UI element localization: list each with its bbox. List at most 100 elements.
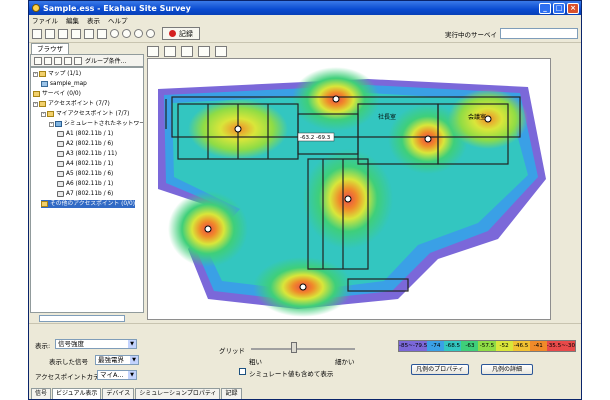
folder-icon (39, 101, 46, 107)
tree-item[interactable]: - マイアクセスポイント (7/7) (41, 110, 129, 118)
tree-item[interactable]: A1 (802.11b / 1) (57, 130, 113, 138)
tree-item-label: A2 (802.11b / 6) (66, 141, 114, 147)
tree-item[interactable]: サーベイ (0/0) (33, 90, 81, 98)
menu-file[interactable]: ファイル (32, 15, 58, 25)
signal-select-value: 最強電界 (98, 356, 124, 364)
legend-entry: -57.5 (478, 341, 496, 351)
record-label: 記録 (179, 29, 193, 38)
chevron-down-icon: ▼ (128, 371, 136, 379)
tree-item[interactable]: - シミュレートされたネットワー... (49, 120, 143, 128)
tree-item-label: マップ (1/1) (48, 71, 82, 77)
tree-item[interactable]: A6 (802.11b / 1) (57, 180, 113, 188)
print-icon[interactable] (97, 28, 107, 39)
signal-legend: -85~-79.5 -74 -68.5 -63 -57.5 -52 -46.5 -41 -35.… (398, 340, 576, 352)
zoom-in-icon[interactable] (122, 29, 131, 38)
bottom-tab[interactable]: ビジュアル表示 (52, 388, 102, 399)
legend-details-button[interactable]: 凡例の詳細 (481, 364, 533, 375)
tree-item[interactable]: A5 (802.11b / 6) (57, 170, 113, 178)
filter-icon[interactable] (74, 56, 82, 65)
legend-properties-button[interactable]: 凡例のプロパティ (411, 364, 469, 375)
tree-item-label: サーベイ (0/0) (42, 91, 81, 97)
access-point-marker[interactable] (344, 195, 352, 203)
maximize-button[interactable]: □ (553, 2, 565, 14)
close-button[interactable]: × (567, 2, 579, 14)
tree-item[interactable]: A7 (802.11b / 6) (57, 190, 113, 198)
include-simulated-checkbox[interactable] (239, 368, 246, 375)
tree-item-label: A4 (802.11b / 1) (66, 161, 114, 167)
remove-icon[interactable] (44, 56, 52, 65)
new-document-icon[interactable] (45, 28, 55, 39)
access-point-marker[interactable] (424, 135, 432, 143)
record-button[interactable]: 記録 (162, 27, 200, 40)
signal-label: 表示した信号 (49, 358, 88, 366)
bottom-tab[interactable]: シミュレーションプロパティ (135, 388, 221, 399)
tree-item[interactable]: sample_map (41, 80, 87, 88)
pointer-icon[interactable] (147, 45, 159, 57)
running-survey-field[interactable] (500, 28, 578, 39)
bottom-tab[interactable]: デバイス (102, 388, 135, 399)
grid-slider-thumb[interactable] (291, 342, 297, 353)
access-point-icon (57, 131, 64, 137)
access-point-tool-icon[interactable] (198, 45, 210, 57)
copy-icon[interactable] (58, 28, 68, 39)
tree-item[interactable]: - アクセスポイント (7/7) (33, 100, 110, 108)
tree-item[interactable]: - マップ (1/1) (33, 70, 81, 78)
ap-category-select[interactable]: マイA... ▼ (97, 370, 137, 380)
display-select[interactable]: 信号強度 ▼ (55, 339, 137, 349)
title-bar: Sample.ess - Ekahau Site Survey _ □ × (29, 1, 581, 15)
signal-select[interactable]: 最強電界 ▼ (95, 355, 139, 365)
wall-editor-icon[interactable] (181, 45, 193, 57)
expand-toggle-icon[interactable]: - (33, 101, 38, 107)
map-properties-icon[interactable] (164, 45, 176, 57)
access-point-marker[interactable] (204, 225, 212, 233)
menu-edit[interactable]: 編集 (66, 15, 79, 25)
zoom-out-icon[interactable] (134, 29, 143, 38)
tree-item[interactable]: A2 (802.11b / 6) (57, 140, 113, 148)
legend-entry: -41 (529, 341, 547, 351)
zoom-fit-icon[interactable] (146, 29, 155, 38)
expand-toggle-icon[interactable]: - (33, 71, 38, 77)
menu-bar: ファイル 編集 表示 ヘルプ (29, 15, 581, 25)
heatmap-canvas[interactable]: -63.2 -69.3 社長室 会議室 (148, 59, 551, 320)
new-file-icon[interactable] (32, 28, 42, 39)
heatmap-view[interactable]: -63.2 -69.3 社長室 会議室 (147, 58, 551, 320)
folder-icon (39, 71, 46, 77)
expand-toggle-icon[interactable]: - (49, 121, 54, 127)
expand-all-icon[interactable] (54, 56, 62, 65)
access-point-marker[interactable] (299, 283, 307, 291)
bottom-tab[interactable]: 信号 (31, 388, 52, 399)
tree-item[interactable]: A4 (802.11b / 1) (57, 160, 113, 168)
tree-item[interactable]: A3 (802.11b / 11) (57, 150, 117, 158)
tree-item-label: その他のアクセスポイント (0/0) (50, 201, 135, 207)
folder-icon (47, 111, 54, 117)
bottom-tab[interactable]: 記録 (221, 388, 242, 399)
tree-item[interactable]: その他のアクセスポイント (0/0) (41, 200, 135, 208)
tree-item-label: マイアクセスポイント (7/7) (56, 111, 130, 117)
menu-view[interactable]: 表示 (87, 15, 100, 25)
main-toolbar: 記録 実行中のサーベイ (29, 25, 581, 43)
grid-slider-track[interactable] (251, 348, 355, 350)
legend-entry: -68.5 (444, 341, 462, 351)
minimize-button[interactable]: _ (539, 2, 551, 14)
folder-icon (41, 201, 48, 207)
menu-help[interactable]: ヘルプ (108, 15, 128, 25)
tab-browser[interactable]: ブラウザ (31, 43, 69, 54)
access-point-marker[interactable] (484, 115, 492, 123)
add-icon[interactable] (34, 56, 42, 65)
pin-icon[interactable] (215, 45, 227, 57)
save-icon[interactable] (84, 28, 94, 39)
open-folder-icon[interactable] (71, 28, 81, 39)
tree-item-label: A6 (802.11b / 1) (66, 181, 114, 187)
access-point-marker[interactable] (332, 95, 340, 103)
record-icon (169, 30, 176, 37)
tree-item-label: A1 (802.11b / 1) (66, 131, 114, 137)
grid-label: グリッド (219, 347, 245, 355)
map-icon (41, 81, 48, 87)
expand-toggle-icon[interactable]: - (41, 111, 46, 117)
access-point-marker[interactable] (234, 125, 242, 133)
zoom-icon[interactable] (110, 29, 119, 38)
group-conditions-button[interactable]: グループ条件... (85, 56, 126, 65)
browser-panel: ブラウザ グループ条件... - マップ (1/1) sample_map サーベイ … (29, 43, 145, 323)
chevron-down-icon: ▼ (130, 356, 138, 364)
collapse-all-icon[interactable] (64, 56, 72, 65)
